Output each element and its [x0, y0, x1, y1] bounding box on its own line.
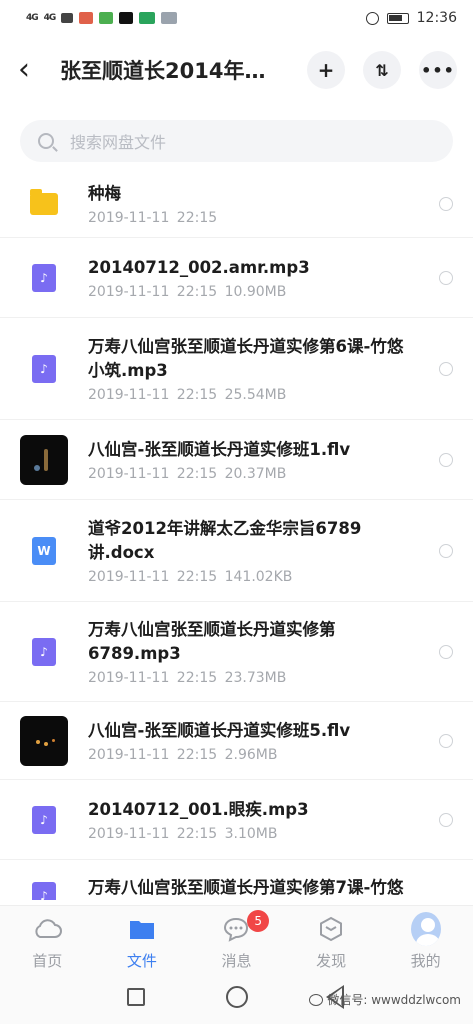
word-file-icon: W [32, 536, 56, 565]
list-item[interactable]: ♪ 万寿八仙宫张至顺道长丹道实修第6789.mp3 2019-11-11 22:… [0, 602, 473, 702]
plus-icon: + [317, 58, 335, 82]
list-item[interactable]: ♪ 万寿八仙宫张至顺道长丹道实修第6课-竹悠小筑.mp3 2019-11-11 … [0, 318, 473, 420]
file-meta: 2019-11-11 22:15 10.90MB [88, 283, 287, 300]
file-name: 道爷2012年讲解太乙金华宗旨6789讲.docx [88, 518, 362, 562]
music-file-icon: ♪ [32, 882, 56, 900]
file-meta: 2019-11-11 22:15 23.73MB [88, 669, 287, 686]
video-thumbnail [20, 715, 68, 766]
tab-files[interactable]: 文件 [95, 906, 190, 975]
home-icon[interactable] [226, 986, 248, 1008]
music-file-icon: ♪ [32, 263, 56, 292]
music-file-icon: ♪ [32, 354, 56, 383]
tiktok-icon [119, 12, 134, 24]
notification-badge: 5 [247, 910, 270, 932]
status-time: 12:36 [416, 10, 457, 26]
avatar-icon [410, 912, 441, 946]
file-name: 20140712_001.眼疾.mp3 [88, 799, 309, 819]
select-radio[interactable] [439, 733, 453, 748]
file-meta: 2019-11-11 22:15 20.37MB [88, 465, 287, 482]
search-input[interactable]: 搜索网盘文件 [70, 129, 166, 153]
recent-apps-icon[interactable] [127, 988, 145, 1006]
more-icon: ••• [421, 60, 455, 80]
file-name: 20140712_002.amr.mp3 [88, 257, 310, 277]
list-item[interactable]: 种梅 2019-11-11 22:15 [0, 170, 473, 238]
wechat-logo-icon [309, 993, 324, 1006]
file-meta: 2019-11-11 22:15 3.10MB [88, 825, 278, 842]
select-radio[interactable] [439, 196, 453, 211]
battery-icon [386, 12, 409, 24]
tab-label: 消息 [221, 952, 252, 970]
select-radio[interactable] [439, 361, 453, 376]
cloud-icon [32, 914, 63, 944]
status-bar: 4G 4G 12:36 [0, 0, 473, 36]
file-name: 种梅 [88, 183, 121, 203]
video-thumbnail [20, 434, 68, 485]
watermark-text: 微信号: wwwddzlwcom [327, 993, 461, 1007]
app-notification-icon [79, 12, 94, 24]
file-name: 八仙宫-张至顺道长丹道实修班1.flv [88, 439, 351, 459]
file-name: 八仙宫-张至顺道长丹道实修班5.flv [88, 720, 351, 740]
tab-label: 我的 [410, 952, 441, 970]
select-radio[interactable] [439, 644, 453, 659]
signal-icon: 4G [26, 13, 39, 23]
search-bar[interactable]: 搜索网盘文件 [20, 120, 453, 162]
file-meta: 2019-11-11 22:15 [88, 209, 218, 226]
page-title: 张至顺道长2014年丹... [60, 59, 278, 83]
list-item[interactable]: 八仙宫-张至顺道长丹道实修班5.flv 2019-11-11 22:15 2.9… [0, 702, 473, 780]
tab-label: 文件 [126, 952, 157, 970]
bottom-tab-bar: 首页 文件 5 消息 发现 我的 [0, 905, 473, 975]
cloud-status-icon [161, 12, 178, 24]
watermark: 微信号: wwwddzlwcom [309, 991, 461, 1008]
more-button[interactable]: ••• [419, 51, 457, 89]
wifi-icon [61, 13, 74, 23]
file-name: 万寿八仙宫张至顺道长丹道实修第6课-竹悠小筑.mp3 [88, 336, 404, 380]
add-button[interactable]: + [307, 51, 345, 89]
tab-label: 发现 [316, 952, 347, 970]
tab-discover[interactable]: 发现 [284, 906, 379, 975]
cube-icon [316, 914, 346, 944]
music-file-icon: ♪ [32, 805, 56, 834]
select-radio[interactable] [439, 270, 453, 285]
list-item[interactable]: W 道爷2012年讲解太乙金华宗旨6789讲.docx 2019-11-11 2… [0, 500, 473, 602]
signal-icon-2: 4G [43, 13, 57, 23]
tab-messages[interactable]: 5 消息 [189, 906, 284, 975]
search-icon [38, 133, 54, 149]
tab-label: 首页 [32, 952, 63, 970]
sort-button[interactable]: ⇅ [363, 51, 401, 89]
file-meta: 2019-11-11 22:15 141.02KB [88, 568, 293, 585]
header: ‹ 张至顺道长2014年丹... + ⇅ ••• [0, 44, 473, 96]
wechat-icon [99, 12, 114, 24]
folder-icon [127, 914, 157, 944]
file-meta: 2019-11-11 22:15 25.54MB [88, 386, 287, 403]
sort-icon: ⇅ [375, 60, 389, 80]
file-name: 万寿八仙宫张至顺道长丹道实修第7课-竹悠小筑.mp3 [88, 878, 404, 897]
system-nav-bar: 微信号: wwwddzlwcom [0, 975, 473, 1024]
file-name: 万寿八仙宫张至顺道长丹道实修第6789.mp3 [88, 619, 336, 663]
list-item[interactable]: ♪ 20140712_001.眼疾.mp3 2019-11-11 22:15 3… [0, 780, 473, 860]
alarm-icon [365, 11, 379, 25]
file-list: 种梅 2019-11-11 22:15 ♪ 20140712_002.amr.m… [0, 170, 473, 900]
select-radio[interactable] [439, 812, 453, 827]
tab-home[interactable]: 首页 [0, 906, 95, 975]
chevron-left-icon[interactable]: ‹ [18, 55, 46, 85]
music-file-icon: ♪ [32, 637, 56, 666]
select-radio[interactable] [439, 543, 453, 558]
tab-me[interactable]: 我的 [378, 906, 473, 975]
list-item[interactable]: ♪ 20140712_002.amr.mp3 2019-11-11 22:15 … [0, 238, 473, 318]
app-icon [139, 12, 156, 24]
folder-icon [30, 188, 58, 215]
list-item[interactable]: 八仙宫-张至顺道长丹道实修班1.flv 2019-11-11 22:15 20.… [0, 420, 473, 500]
select-radio[interactable] [439, 452, 453, 467]
file-meta: 2019-11-11 22:15 2.96MB [88, 746, 278, 763]
list-item[interactable]: ♪ 万寿八仙宫张至顺道长丹道实修第7课-竹悠小筑.mp3 [0, 860, 473, 900]
